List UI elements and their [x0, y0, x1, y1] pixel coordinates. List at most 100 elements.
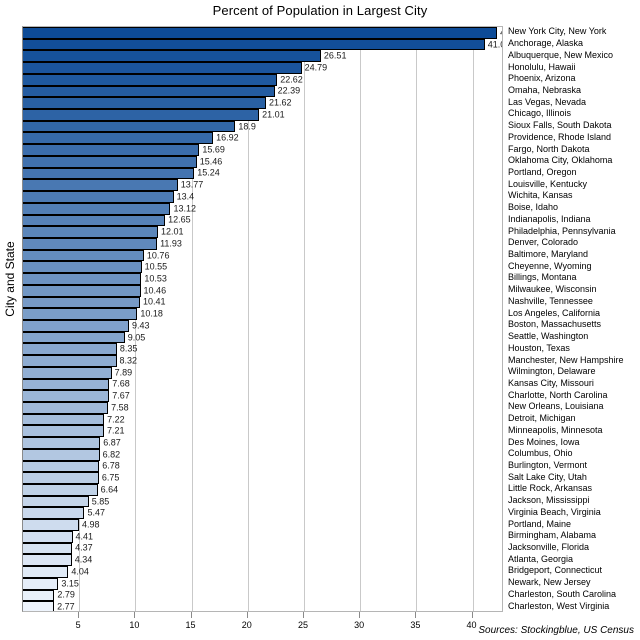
bar[interactable]	[23, 390, 110, 402]
bar[interactable]	[23, 589, 55, 602]
bar[interactable]	[23, 167, 195, 180]
bar[interactable]	[23, 484, 98, 496]
bar[interactable]	[23, 249, 144, 262]
bar-row: 18.9	[23, 120, 502, 133]
bar[interactable]	[23, 355, 117, 367]
category-label: Indianapolis, Indiana	[508, 213, 591, 224]
bar-row: 5.47	[23, 507, 502, 520]
category-label: Charlotte, North Carolina	[508, 389, 608, 400]
bar[interactable]	[23, 308, 138, 320]
bar[interactable]	[23, 226, 158, 238]
category-label: Wichita, Kansas	[508, 190, 573, 201]
bar[interactable]	[23, 27, 498, 39]
bar-value-label: 6.64	[100, 484, 119, 495]
bar[interactable]	[23, 495, 89, 508]
bar-row: 13.4	[23, 191, 502, 203]
bar[interactable]	[23, 97, 266, 110]
category-label: Des Moines, Iowa	[508, 436, 580, 447]
bar-value-label: 6.87	[103, 437, 121, 448]
bar[interactable]	[23, 554, 72, 567]
bar[interactable]	[23, 530, 73, 543]
bar[interactable]	[23, 296, 140, 309]
bar[interactable]	[23, 273, 142, 285]
bar[interactable]	[23, 191, 174, 203]
bar-value-label: 24.79	[304, 62, 328, 73]
bar[interactable]	[23, 155, 197, 168]
category-label: Jacksonville, Florida	[508, 542, 590, 553]
category-label: Oklahoma City, Oklahoma	[508, 155, 613, 166]
bar[interactable]	[23, 366, 112, 379]
bar[interactable]	[23, 343, 117, 356]
bar[interactable]	[23, 319, 129, 332]
x-tick-mark	[359, 612, 361, 618]
x-tick-label: 35	[410, 620, 421, 630]
category-label: Detroit, Michigan	[508, 413, 576, 424]
bar[interactable]	[23, 261, 142, 274]
category-label: Anchorage, Alaska	[508, 38, 584, 49]
x-tick-label: 5	[75, 620, 81, 630]
bar[interactable]	[23, 413, 105, 426]
bar[interactable]	[23, 284, 141, 297]
bar[interactable]	[23, 109, 260, 121]
bar[interactable]	[23, 542, 73, 555]
bar-value-label: 13.12	[173, 203, 196, 214]
source-note: Sources: Stockingblue, US Census	[478, 625, 634, 636]
bar-row: 3.15	[23, 577, 502, 590]
bar[interactable]	[23, 507, 85, 520]
bar-row: 11.93	[23, 237, 502, 250]
category-label: Chicago, Illinois	[508, 108, 572, 119]
bar[interactable]	[23, 85, 275, 98]
category-label: Kansas City, Missouri	[508, 377, 594, 388]
bar-row: 16.92	[23, 132, 502, 145]
bar[interactable]	[23, 50, 321, 63]
y-axis-title: City and State	[3, 241, 17, 317]
bar-value-label: 21.01	[262, 109, 285, 120]
x-tick-mark	[78, 612, 80, 618]
bar-value-label: 26.51	[323, 50, 347, 61]
category-label: Boston, Massachusetts	[508, 319, 602, 330]
category-label: Los Angeles, California	[508, 307, 601, 318]
bar[interactable]	[23, 202, 171, 215]
bar-row: 24.79	[23, 62, 502, 74]
bar-value-label: 10.46	[143, 285, 167, 296]
bar[interactable]	[23, 425, 105, 438]
bar[interactable]	[23, 472, 99, 485]
category-label: Fargo, North Dakota	[508, 143, 590, 154]
category-label: Phoenix, Arizona	[508, 73, 576, 84]
bar[interactable]	[23, 402, 109, 414]
bar[interactable]	[23, 378, 110, 391]
bar[interactable]	[23, 73, 278, 86]
bar[interactable]	[23, 132, 214, 145]
x-tick-mark	[302, 612, 304, 618]
bar[interactable]	[23, 437, 101, 449]
x-tick-mark	[471, 612, 473, 618]
bar-row: 42.19	[23, 27, 502, 39]
bar-value-label: 6.78	[102, 460, 120, 471]
bar[interactable]	[23, 237, 158, 250]
bar[interactable]	[23, 179, 178, 192]
bar[interactable]	[23, 601, 55, 611]
bar[interactable]	[23, 448, 100, 461]
category-label: Charleston, South Carolina	[508, 588, 617, 599]
bar[interactable]	[23, 62, 302, 74]
category-label: Minneapolis, Minnesota	[508, 424, 603, 435]
bar[interactable]	[23, 144, 200, 156]
bar[interactable]	[23, 331, 125, 344]
bar[interactable]	[23, 566, 69, 578]
bar-row: 10.55	[23, 261, 502, 274]
bar[interactable]	[23, 519, 79, 531]
bar[interactable]	[23, 214, 166, 227]
bar-row: 9.05	[23, 331, 502, 344]
bar-row: 7.67	[23, 390, 502, 402]
bar-value-label: 10.41	[142, 296, 166, 307]
category-label: Cheyenne, Wyoming	[508, 260, 592, 271]
bar-row: 9.43	[23, 319, 502, 332]
bar-value-label: 5.85	[91, 496, 110, 507]
bar-row: 4.04	[23, 566, 502, 578]
bar[interactable]	[23, 577, 59, 590]
bar[interactable]	[23, 460, 100, 473]
bar-row: 22.62	[23, 73, 502, 86]
bar[interactable]	[23, 120, 236, 133]
category-label: Bridgeport, Connecticut	[508, 565, 603, 576]
bar[interactable]	[23, 38, 485, 51]
